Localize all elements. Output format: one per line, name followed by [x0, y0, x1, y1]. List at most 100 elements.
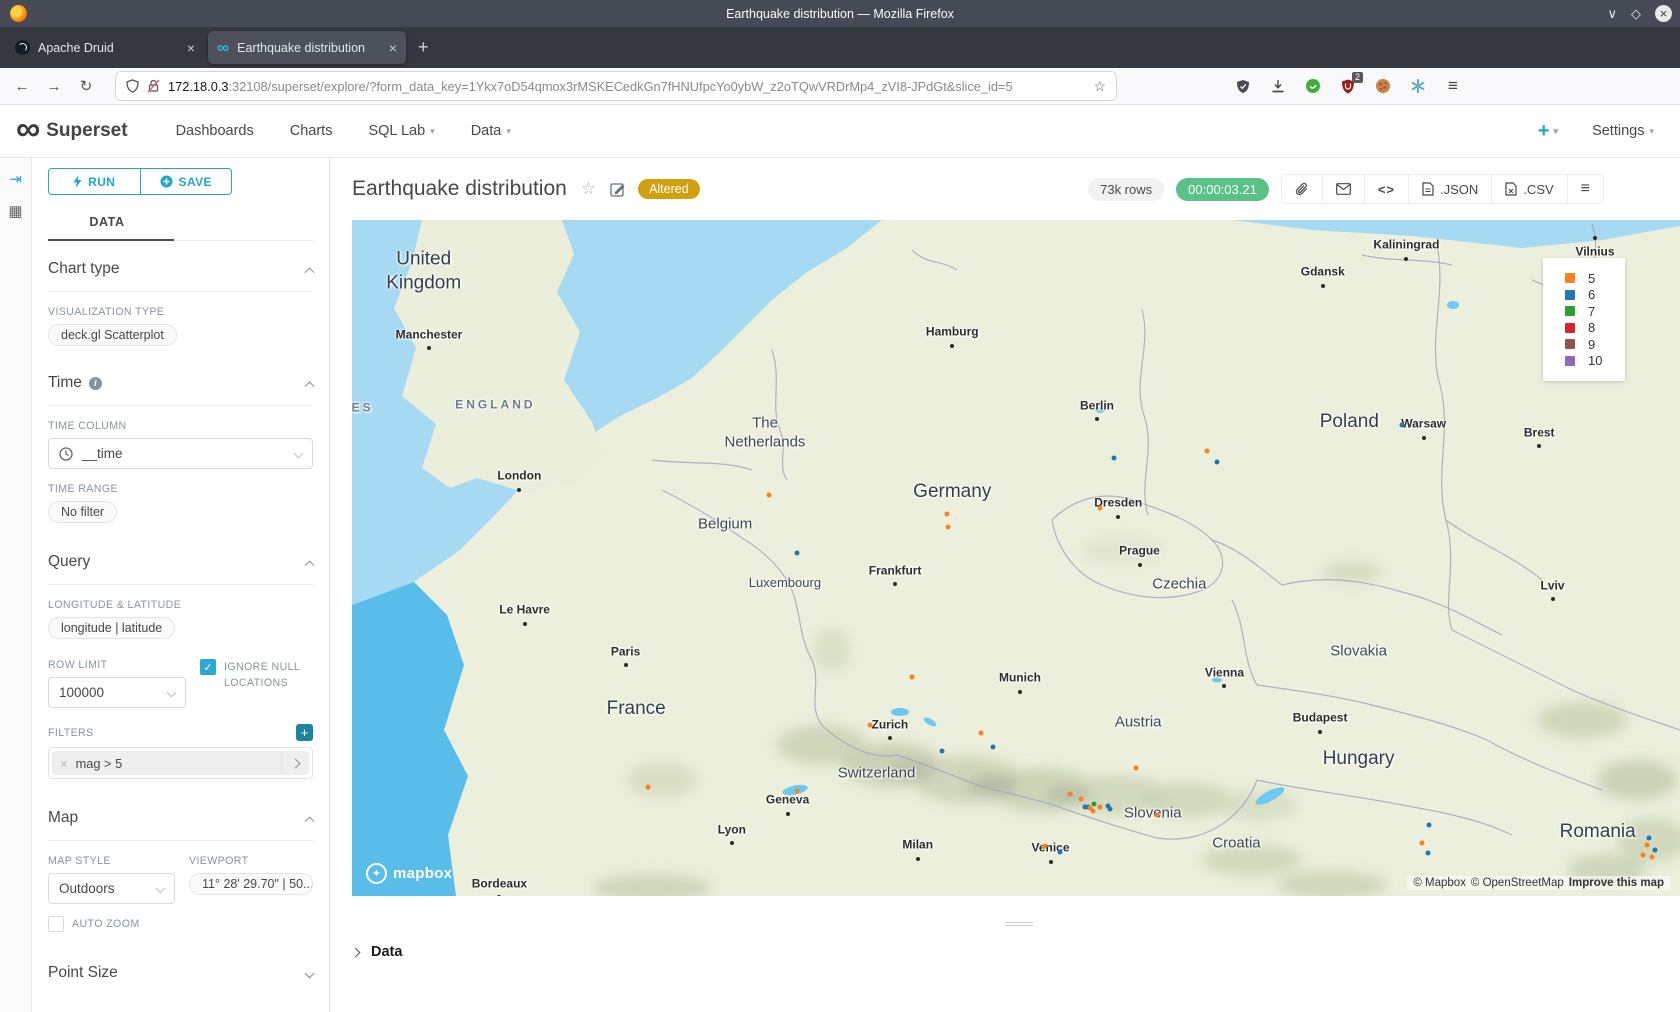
copy-link-button[interactable] [1282, 175, 1322, 203]
nav-sql-lab[interactable]: SQL Lab▾ [368, 123, 434, 139]
window-titlebar: Earthquake distribution — Mozilla Firefo… [0, 0, 1680, 27]
insecure-lock-icon[interactable] [147, 79, 160, 93]
earthquake-point [794, 789, 799, 794]
earthquake-point [1097, 804, 1102, 809]
earthquake-point [944, 512, 949, 517]
chevron-down-icon: ▾ [1554, 126, 1559, 137]
datasource-grid-icon[interactable]: ▦ [8, 202, 22, 220]
nav-dashboards[interactable]: Dashboards [176, 123, 254, 139]
chart-title: Earthquake distribution [352, 177, 567, 201]
viewport-value[interactable]: 11° 28' 29.70" | 50... [189, 873, 313, 895]
lonlat-value[interactable]: longitude | latitude [48, 617, 175, 639]
chevron-up-icon [305, 267, 315, 277]
sparkle-extension-icon[interactable] [1409, 77, 1427, 95]
run-button[interactable]: RUN [49, 169, 140, 194]
earthquake-point [1154, 812, 1159, 817]
map-style-select[interactable]: Outdoors [48, 873, 175, 904]
earthquake-point [910, 674, 915, 679]
mapbox-logo[interactable]: mapbox [366, 863, 452, 884]
tab-earthquake-distribution[interactable]: ∞ Earthquake distribution × [208, 31, 406, 64]
earthquake-point [1650, 854, 1655, 859]
email-button[interactable] [1322, 175, 1364, 203]
resize-handle[interactable] [1005, 920, 1033, 928]
save-button[interactable]: SAVE [140, 169, 232, 194]
map-legend: 5678910 [1543, 258, 1625, 381]
embed-code-button[interactable]: <> [1364, 175, 1408, 203]
export-csv-button[interactable]: .CSV [1491, 175, 1566, 203]
export-json-button[interactable]: .JSON [1408, 175, 1491, 203]
tab-close-icon[interactable]: × [389, 40, 397, 56]
legend-value: 6 [1588, 287, 1595, 302]
superset-favicon: ∞ [217, 40, 229, 55]
ignore-null-label: IGNORE NULL LOCATIONS [224, 659, 313, 692]
data-panel-header[interactable]: Data [352, 944, 402, 960]
tab-close-icon[interactable]: × [187, 40, 195, 56]
earthquake-point [1097, 505, 1102, 510]
downloads-icon[interactable] [1269, 77, 1287, 95]
new-tab-button[interactable]: + [418, 37, 429, 58]
tab-data[interactable]: DATA [48, 215, 166, 229]
add-filter-button[interactable]: + [296, 724, 313, 741]
nav-settings[interactable]: Settings▾ [1592, 123, 1654, 139]
edit-properties-icon[interactable] [610, 181, 626, 197]
chevron-down-icon: ▾ [430, 126, 435, 137]
ignore-null-checkbox[interactable]: ✓ [200, 659, 216, 675]
city-dot [1049, 860, 1053, 864]
expand-filter-icon[interactable] [281, 751, 309, 775]
ublock-shield-icon[interactable]: 2 [1339, 77, 1357, 95]
earthquake-point [1214, 460, 1219, 465]
section-chart-type[interactable]: Chart type [48, 241, 313, 291]
osm-attribution-link[interactable]: © OpenStreetMap [1471, 877, 1564, 889]
remove-filter-icon[interactable]: × [52, 756, 76, 771]
section-query[interactable]: Query [48, 523, 313, 584]
extension-green-icon[interactable] [1304, 77, 1322, 95]
chevron-up-icon [305, 381, 315, 391]
favorite-star-icon[interactable]: ☆ [581, 179, 596, 199]
time-range-value[interactable]: No filter [48, 501, 117, 523]
city-dot [517, 488, 521, 492]
section-point-size[interactable]: Point Size [48, 932, 313, 995]
forward-button[interactable]: → [38, 78, 70, 95]
back-button[interactable]: ← [6, 78, 38, 95]
window-minimize-button[interactable]: ∨ [1607, 7, 1617, 20]
protections-shield-icon[interactable] [1234, 77, 1252, 95]
improve-map-link[interactable]: Improve this map [1569, 877, 1664, 889]
window-maximize-button[interactable]: ◇ [1631, 7, 1641, 20]
legend-value: 7 [1588, 304, 1595, 319]
section-time[interactable]: Timei [48, 346, 313, 405]
viz-type-value[interactable]: deck.gl Scatterplot [48, 324, 177, 346]
collapse-panel-icon[interactable]: ⇥ [9, 170, 22, 188]
time-column-label: TIME COLUMN [48, 420, 313, 432]
altered-badge: Altered [638, 179, 700, 199]
tab-apache-druid[interactable]: Apache Druid × [6, 31, 204, 64]
cookie-icon[interactable] [1374, 77, 1392, 95]
infinity-glyph: ∞ [16, 110, 38, 148]
superset-logo-icon: ∞ [16, 114, 38, 144]
window-close-button[interactable]: × [1655, 5, 1672, 22]
legend-swatch [1565, 339, 1575, 349]
clock-icon [59, 447, 73, 461]
city-dot [1222, 684, 1226, 688]
chart-menu-button[interactable]: ≡ [1567, 175, 1603, 203]
nav-charts[interactable]: Charts [290, 123, 333, 139]
legend-row: 10 [1565, 353, 1625, 370]
tracking-shield-icon[interactable] [126, 79, 139, 93]
section-map[interactable]: Map [48, 779, 313, 840]
new-chart-button[interactable]: +▾ [1538, 120, 1558, 143]
auto-zoom-checkbox[interactable] [48, 916, 64, 932]
time-column-select[interactable]: __time [48, 438, 313, 469]
earthquake-point [1133, 766, 1138, 771]
url-bar[interactable]: 172.18.0.3:32108/superset/explore/?form_… [116, 72, 1116, 100]
legend-value: 8 [1588, 320, 1595, 335]
filter-item[interactable]: × mag > 5 [52, 751, 309, 775]
nav-data[interactable]: Data▾ [471, 123, 511, 139]
row-limit-select[interactable]: 100000 [48, 677, 186, 708]
map-canvas[interactable]: United KingdomFranceGermanyPolandHungary… [352, 220, 1680, 896]
chevron-down-icon [294, 449, 304, 459]
mapbox-attribution-link[interactable]: © Mapbox [1413, 877, 1466, 889]
bookmark-star-icon[interactable]: ☆ [1093, 78, 1106, 95]
time-range-label: TIME RANGE [48, 483, 313, 495]
city-dot [1404, 257, 1408, 261]
reload-button[interactable]: ↻ [70, 77, 102, 95]
browser-menu-icon[interactable]: ≡ [1444, 77, 1462, 95]
